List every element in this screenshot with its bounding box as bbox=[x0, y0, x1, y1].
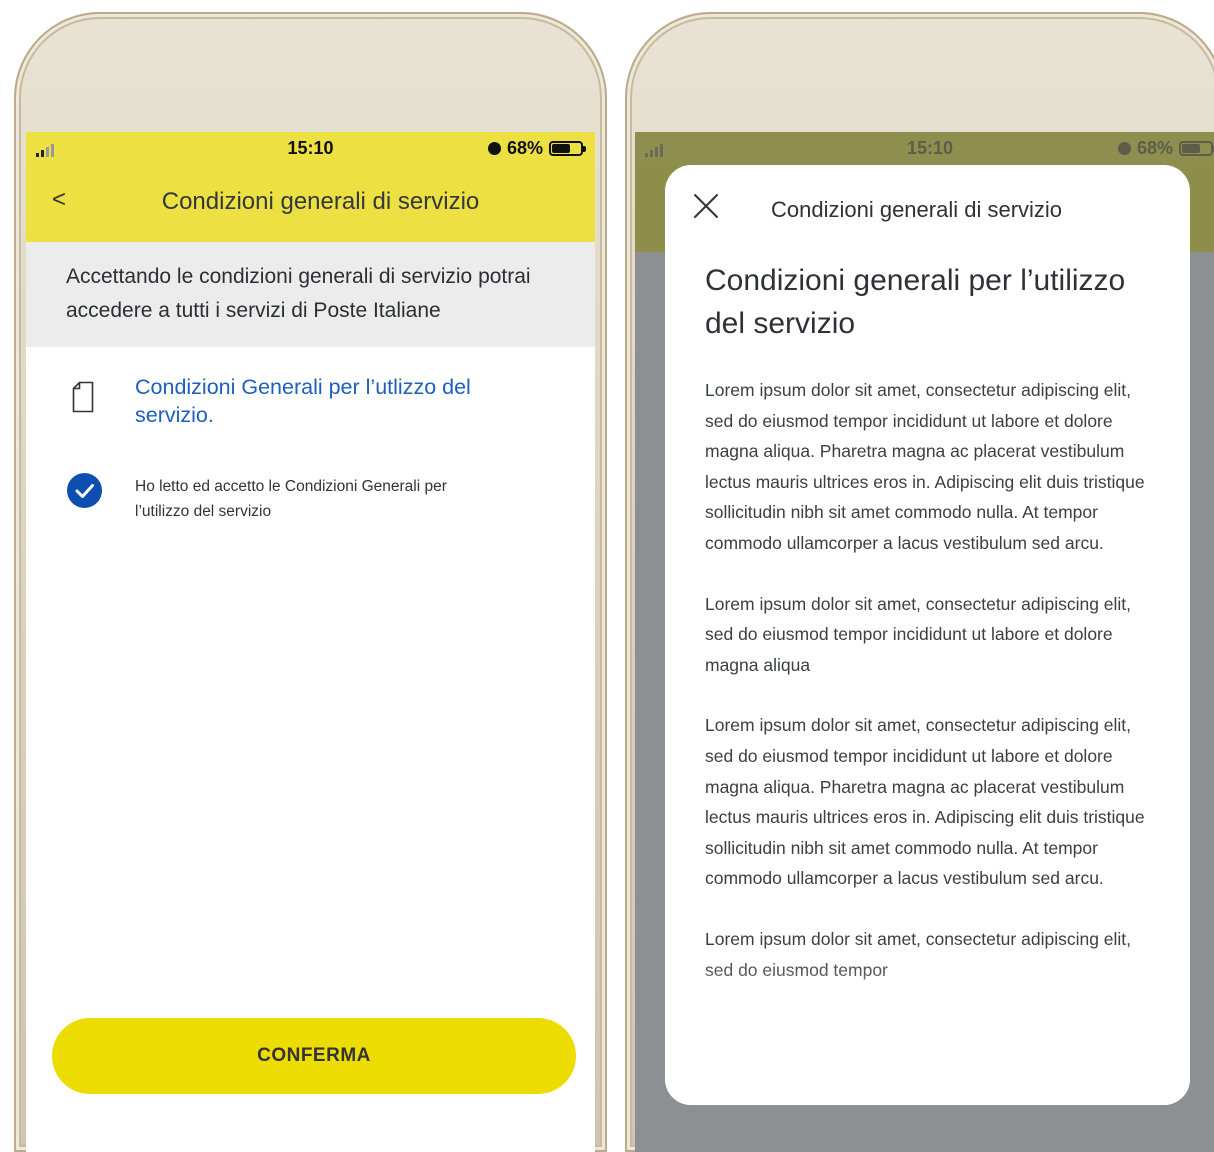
scroll-fade bbox=[665, 955, 1190, 1105]
alarm-icon bbox=[487, 142, 501, 155]
body-paragraph: Lorem ipsum dolor sit amet, consectetur … bbox=[705, 380, 1145, 553]
phone-frame-left: 15:10 68% < Condizioni generali di servi… bbox=[14, 12, 607, 1152]
status-bar: 15:10 68% bbox=[26, 132, 595, 166]
nav-bar: < Condizioni generali di servizio bbox=[26, 166, 595, 242]
page-title: Condizioni generali di servizio bbox=[161, 188, 480, 215]
terms-modal: Condizioni generali di servizio Condizio… bbox=[665, 165, 1190, 1105]
intro-text: Accettando le condizioni generali di ser… bbox=[26, 242, 595, 347]
battery-fill bbox=[552, 144, 571, 153]
modal-body[interactable]: Lorem ipsum dolor sit amet, consectetur … bbox=[705, 375, 1145, 1015]
confirm-button[interactable]: CONFERMA bbox=[52, 1018, 576, 1094]
alarm-icon bbox=[1117, 142, 1131, 155]
document-row[interactable]: Condizioni Generali per l’utlizzo del se… bbox=[26, 347, 595, 443]
battery-fill bbox=[1182, 144, 1201, 153]
screen-terms-acceptance: 15:10 68% < Condizioni generali di servi… bbox=[26, 132, 595, 1152]
terms-document-link[interactable]: Condizioni Generali per l’utlizzo del se… bbox=[135, 373, 535, 429]
document-icon bbox=[72, 381, 94, 413]
status-bar: 15:10 68% bbox=[635, 132, 1214, 166]
battery-percent: 68% bbox=[506, 138, 543, 158]
battery-percent: 68% bbox=[1136, 138, 1173, 158]
battery-icon bbox=[549, 141, 586, 156]
app-header: 15:10 68% < Condizioni generali di servi… bbox=[26, 132, 595, 242]
screen-terms-modal: 15:10 68% Condizioni generali di servizi… bbox=[635, 132, 1214, 1152]
battery-icon bbox=[1179, 141, 1214, 156]
phone-frame-right: 15:10 68% Condizioni generali di servizi… bbox=[625, 12, 1214, 1152]
accept-checkbox-label: Ho letto ed accetto le Condizioni Genera… bbox=[135, 478, 447, 520]
accept-checkbox-row[interactable]: Ho letto ed accetto le Condizioni Genera… bbox=[26, 443, 595, 543]
modal-header-title: Condizioni generali di servizio bbox=[771, 197, 1063, 222]
close-icon[interactable] bbox=[693, 193, 719, 219]
modal-heading: Condizioni generali per l’utilizzo del s… bbox=[705, 264, 1126, 340]
checkbox-checked-icon[interactable] bbox=[67, 473, 102, 508]
body-paragraph: Lorem ipsum dolor sit amet, consectetur … bbox=[705, 593, 1132, 675]
body-paragraph: Lorem ipsum dolor sit amet, consectetur … bbox=[705, 715, 1145, 889]
